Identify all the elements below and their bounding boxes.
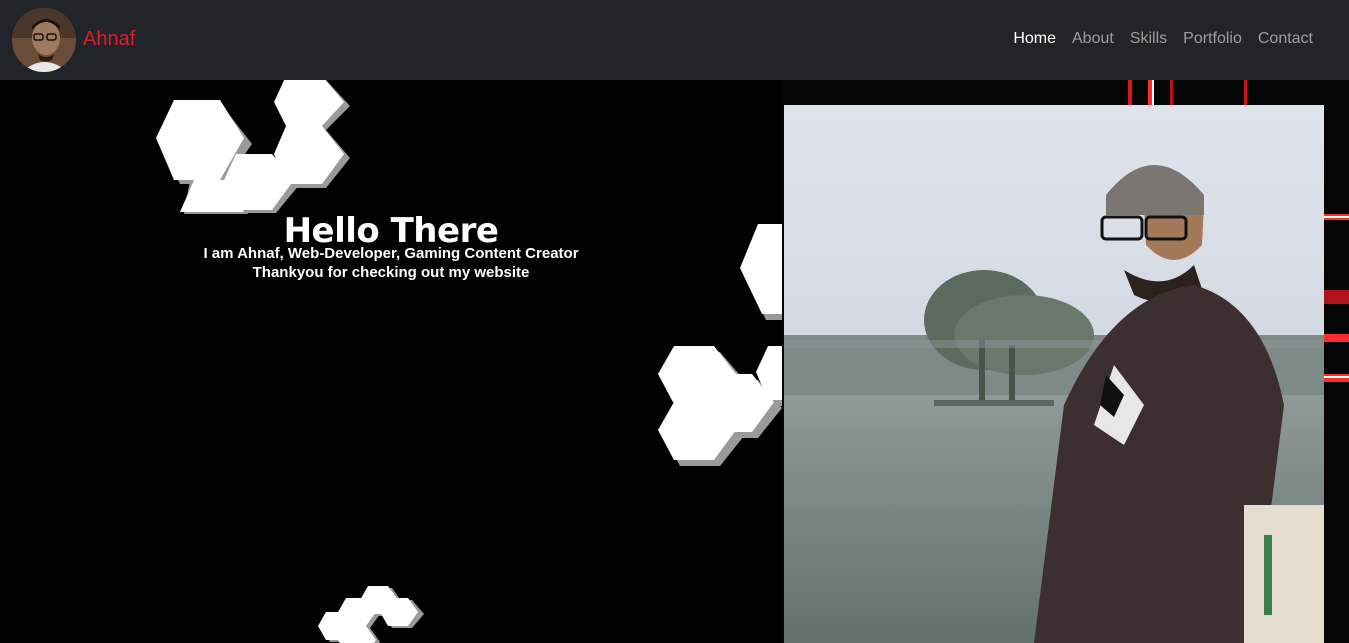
portrait-photo-icon (784, 105, 1324, 643)
nav-home[interactable]: Home (1013, 30, 1056, 48)
hero-thanks-line: Thankyou for checking out my website (252, 264, 530, 281)
nav-portfolio[interactable]: Portfolio (1183, 30, 1242, 48)
nav-links: Home About Skills Portfolio Contact (1013, 30, 1313, 48)
hero-section (0, 80, 782, 643)
nav-about[interactable]: About (1072, 30, 1114, 48)
brand-name[interactable]: Ahnaf (83, 28, 135, 51)
hero-intro-line: I am Ahnaf, Web-Developer, Gaming Conten… (203, 245, 579, 262)
portrait-photo (784, 105, 1324, 643)
navbar: Ahnaf Home About Skills Portfolio Contac… (0, 0, 1349, 80)
avatar[interactable] (12, 8, 76, 72)
hexagon-pattern-icon (156, 80, 782, 643)
nav-contact[interactable]: Contact (1258, 30, 1313, 48)
avatar-photo-icon (12, 8, 76, 72)
nav-skills[interactable]: Skills (1130, 30, 1167, 48)
